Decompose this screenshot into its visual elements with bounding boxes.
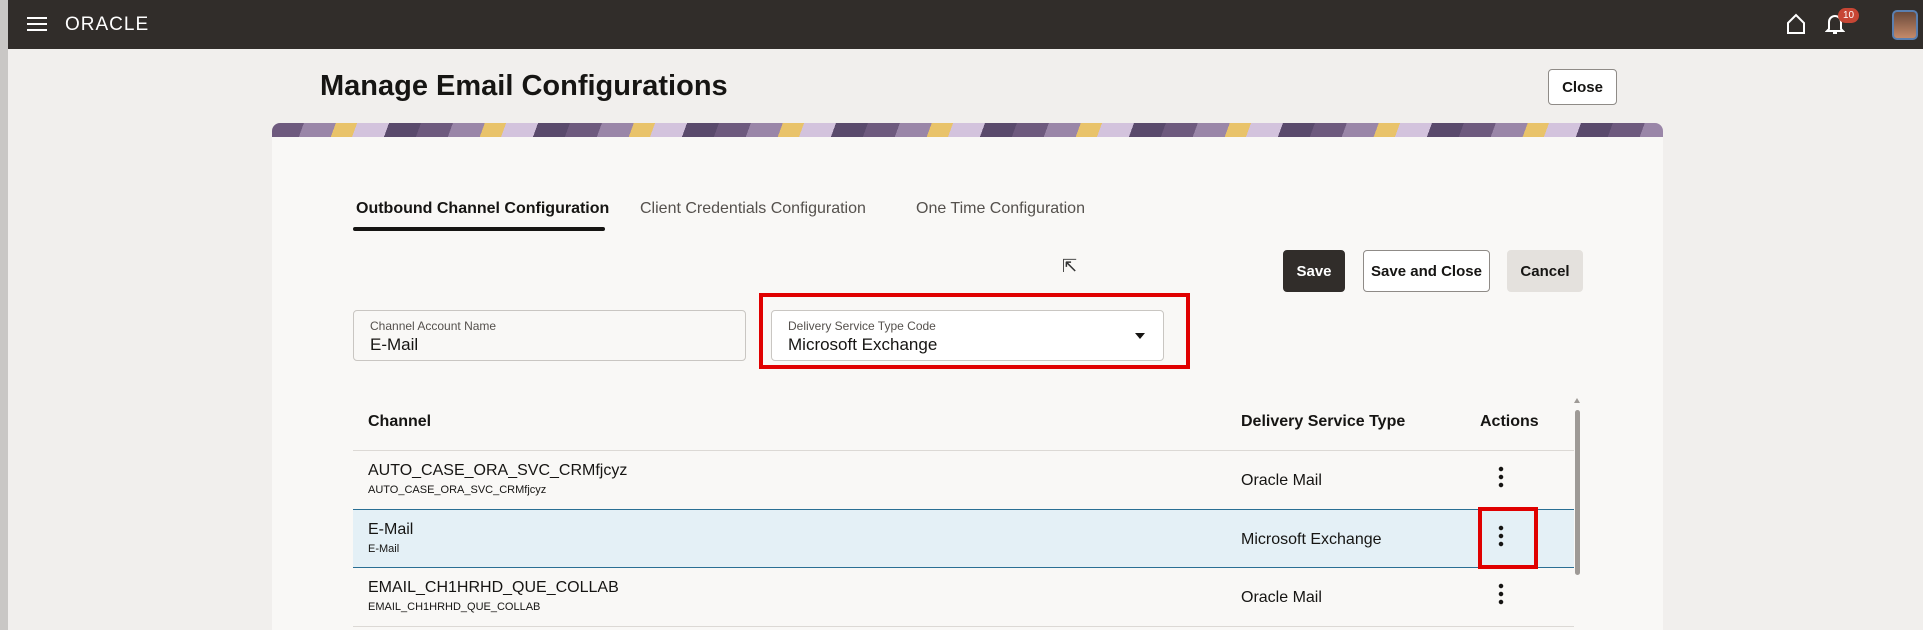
selected-tab-indicator <box>353 227 605 231</box>
column-header-delivery-service-type: Delivery Service Type <box>1241 413 1406 430</box>
delivery-service-type: Oracle Mail <box>1241 472 1322 489</box>
more-actions-icon[interactable] <box>1498 465 1504 489</box>
channel-account-name-field[interactable]: Channel Account Name E-Mail <box>353 310 746 361</box>
scroll-up-arrow-icon[interactable] <box>1574 398 1580 403</box>
table-row-selected[interactable]: E-Mail E-Mail Microsoft Exchange <box>353 509 1574 568</box>
channel-name: E-Mail <box>368 521 414 538</box>
channel-code: E-Mail <box>368 543 400 555</box>
mouse-cursor-icon: ⇱ <box>1062 256 1078 276</box>
channel-account-name-label: Channel Account Name <box>370 319 497 333</box>
hamburger-menu-icon[interactable] <box>27 17 47 31</box>
top-bar: ORACLE 10 <box>8 0 1923 49</box>
channel-code: EMAIL_CH1HRHD_QUE_COLLAB <box>368 601 541 613</box>
oracle-logo[interactable]: ORACLE <box>65 14 149 36</box>
channel-code: AUTO_CASE_ORA_SVC_CRMfjcyz <box>368 484 547 496</box>
more-actions-icon[interactable] <box>1498 582 1504 606</box>
home-icon[interactable] <box>1786 13 1806 35</box>
highlight-box <box>1478 507 1538 569</box>
vertical-scrollbar[interactable] <box>1575 410 1580 575</box>
delivery-service-type: Oracle Mail <box>1241 589 1322 606</box>
table-row[interactable]: EMAIL_CH1HRHD_QUE_COLLAB EMAIL_CH1HRHD_Q… <box>353 568 1574 627</box>
table-row[interactable]: AUTO_CASE_ORA_SVC_CRMfjcyz AUTO_CASE_ORA… <box>353 451 1574 510</box>
decorative-banner <box>272 123 1663 137</box>
tab-outbound-channel-configuration[interactable]: Outbound Channel Configuration <box>356 200 609 218</box>
save-button[interactable]: Save <box>1283 250 1345 292</box>
channel-name: AUTO_CASE_ORA_SVC_CRMfjcyz <box>368 462 628 479</box>
cancel-button[interactable]: Cancel <box>1507 250 1583 292</box>
avatar[interactable] <box>1892 10 1918 40</box>
column-header-channel: Channel <box>368 413 432 430</box>
delivery-service-type: Microsoft Exchange <box>1241 531 1382 548</box>
column-header-actions: Actions <box>1480 413 1539 430</box>
tab-client-credentials-configuration[interactable]: Client Credentials Configuration <box>640 200 866 218</box>
notification-badge: 10 <box>1838 8 1860 23</box>
close-button[interactable]: Close <box>1548 69 1617 105</box>
left-edge <box>0 0 8 630</box>
channel-account-name-value: E-Mail <box>370 335 419 354</box>
highlight-box <box>759 293 1190 369</box>
channel-name: EMAIL_CH1HRHD_QUE_COLLAB <box>368 579 619 596</box>
save-and-close-button[interactable]: Save and Close <box>1363 250 1490 292</box>
page-title: Manage Email Configurations <box>320 70 728 102</box>
tab-one-time-configuration[interactable]: One Time Configuration <box>916 200 1085 218</box>
